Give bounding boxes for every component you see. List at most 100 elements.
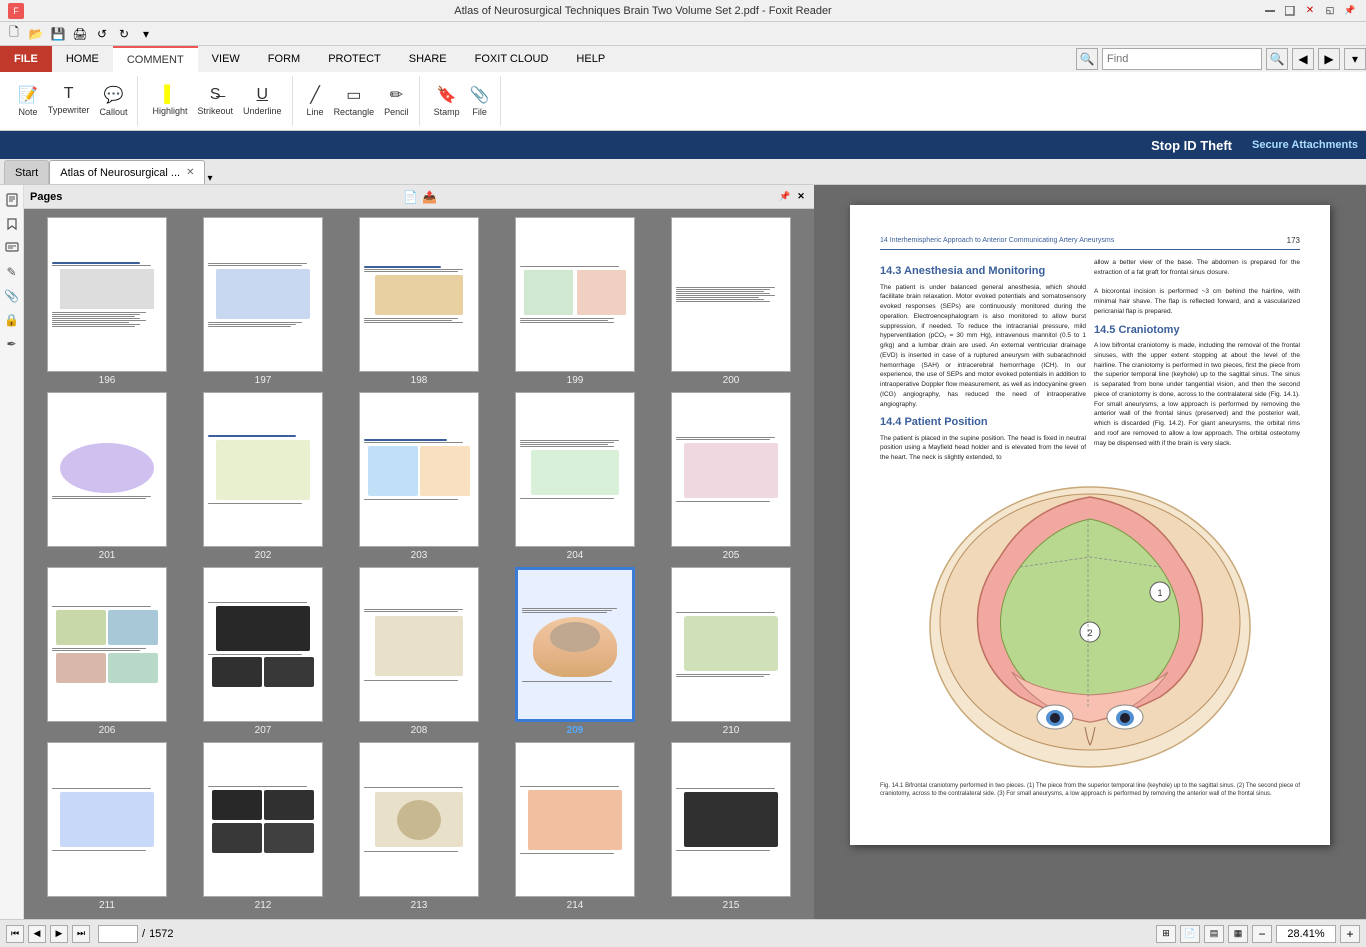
page-thumb-208[interactable]: 208 — [344, 567, 494, 736]
stamp-button[interactable]: 🔖 Stamp — [430, 83, 464, 119]
search-icon-button[interactable]: 🔍 — [1076, 48, 1098, 70]
first-page-button[interactable]: ⏮ — [6, 925, 24, 943]
window-controls[interactable]: ✕ ◱ 📌 — [1262, 4, 1358, 18]
pencil-button[interactable]: ✏ Pencil — [380, 83, 413, 119]
pages-panel-icon-add[interactable]: 📄 — [403, 190, 418, 204]
rectangle-button[interactable]: ▭ Rectangle — [330, 83, 379, 119]
page-thumb-211[interactable]: 211 — [32, 742, 182, 911]
continuous-button[interactable]: ▤ — [1204, 925, 1224, 943]
attach-file-button[interactable]: 📎 File — [466, 83, 494, 119]
print-button[interactable]: 🖨 — [70, 24, 90, 44]
page-thumb-196[interactable]: 196 — [32, 217, 182, 386]
sidebar-comments-icon[interactable] — [1, 237, 23, 259]
next-page-button[interactable]: ▶ — [50, 925, 68, 943]
page-thumb-210[interactable]: 210 — [656, 567, 806, 736]
pdf-illustration: 1 2 — [900, 477, 1280, 777]
pdf-viewer[interactable]: 14 Interhemispheric Approach to Anterior… — [814, 185, 1366, 919]
typewriter-button[interactable]: T Typewriter — [44, 83, 94, 119]
sticky-note-button[interactable]: 📝 Note — [14, 83, 42, 119]
page-thumb-205[interactable]: 205 — [656, 392, 806, 561]
sidebar-pages-icon[interactable] — [1, 189, 23, 211]
tab-share[interactable]: SHARE — [395, 46, 461, 72]
page-thumb-212[interactable]: 212 — [188, 742, 338, 911]
page-num-201: 201 — [99, 550, 116, 561]
sidebar-sign-icon[interactable]: ✒ — [1, 333, 23, 355]
strikeout-button[interactable]: S̶ Strikeout — [193, 84, 237, 118]
toolbar-customize-button[interactable]: ▾ — [136, 24, 156, 44]
single-page-button[interactable]: 📄 — [1180, 925, 1200, 943]
tab-atlas-label: Atlas of Neurosurgical ... — [60, 167, 180, 179]
two-page-button[interactable]: ▦ — [1228, 925, 1248, 943]
underline-button[interactable]: U Underline — [239, 84, 286, 118]
tab-form[interactable]: FORM — [254, 46, 314, 72]
close-button[interactable]: ✕ — [1302, 4, 1318, 18]
window-title: Atlas of Neurosurgical Techniques Brain … — [24, 5, 1262, 17]
ribbon-group-drawing: ╱ Line ▭ Rectangle ✏ Pencil — [297, 76, 420, 126]
tab-atlas[interactable]: Atlas of Neurosurgical ... ✕ — [49, 160, 205, 184]
page-thumb-197[interactable]: 197 — [188, 217, 338, 386]
highlight-button[interactable]: ▌ Highlight — [148, 84, 191, 118]
tab-close-button[interactable]: ✕ — [186, 167, 194, 178]
last-page-button[interactable]: ⏭ — [72, 925, 90, 943]
zoom-in-button[interactable]: + — [1340, 925, 1360, 943]
undo-button[interactable]: ↺ — [92, 24, 112, 44]
page-thumb-199[interactable]: 199 — [500, 217, 650, 386]
page-thumb-209[interactable]: 209 — [500, 567, 650, 736]
maximize-button[interactable] — [1282, 4, 1298, 18]
page-thumb-215[interactable]: 215 — [656, 742, 806, 911]
page-num-205: 205 — [723, 550, 740, 561]
page-thumb-201[interactable]: 201 — [32, 392, 182, 561]
tab-file[interactable]: FILE — [0, 46, 52, 72]
tab-protect[interactable]: PROTECT — [314, 46, 395, 72]
extra-control-button[interactable]: ◱ — [1322, 4, 1338, 18]
secure-attachments-text: Secure Attachments — [1252, 139, 1358, 151]
pdf-section-patient: 14.4 Patient Position — [880, 415, 1086, 430]
tab-foxit-cloud[interactable]: FOXIT CLOUD — [461, 46, 563, 72]
search-prev-button[interactable]: ◀ — [1292, 48, 1314, 70]
search-options-button[interactable]: ▾ — [1344, 48, 1366, 70]
new-file-button[interactable]: 🗋 — [4, 24, 24, 44]
pdf-body-anesthesia: The patient is under balanced general an… — [880, 283, 1086, 410]
sidebar-lock-icon[interactable]: 🔒 — [1, 309, 23, 331]
tab-view[interactable]: VIEW — [198, 46, 254, 72]
sidebar-bookmarks-icon[interactable] — [1, 213, 23, 235]
page-thumb-203[interactable]: 203 — [344, 392, 494, 561]
page-thumb-204[interactable]: 204 — [500, 392, 650, 561]
fit-page-button[interactable]: ⊞ — [1156, 925, 1176, 943]
page-thumb-213[interactable]: 213 — [344, 742, 494, 911]
tab-help[interactable]: HELP — [562, 46, 619, 72]
current-page-input[interactable]: 209 — [98, 925, 138, 943]
pdf-page-number: 173 — [1287, 235, 1300, 246]
pages-panel-icon-extract[interactable]: 📤 — [422, 190, 437, 204]
search-input[interactable] — [1102, 48, 1262, 70]
page-thumb-198[interactable]: 198 — [344, 217, 494, 386]
panel-pin-button[interactable]: 📌 — [778, 190, 792, 204]
save-button[interactable]: 💾 — [48, 24, 68, 44]
line-button[interactable]: ╱ Line — [303, 83, 328, 119]
tab-start[interactable]: Start — [4, 160, 49, 184]
tab-dropdown-button[interactable]: ▾ — [207, 173, 212, 184]
sidebar-edit-icon[interactable]: ✎ — [1, 261, 23, 283]
sidebar-attach-icon[interactable]: 📎 — [1, 285, 23, 307]
panel-close-button[interactable]: ✕ — [794, 190, 808, 204]
page-thumb-214[interactable]: 214 — [500, 742, 650, 911]
tab-comment[interactable]: COMMENT — [113, 46, 198, 72]
page-thumb-202[interactable]: 202 — [188, 392, 338, 561]
page-thumb-207[interactable]: 207 — [188, 567, 338, 736]
pages-panel-icons: 📄 📤 — [403, 190, 437, 204]
open-file-button[interactable]: 📂 — [26, 24, 46, 44]
pin-button[interactable]: 📌 — [1342, 4, 1358, 18]
page-num-199: 199 — [567, 375, 584, 386]
prev-page-button[interactable]: ◀ — [28, 925, 46, 943]
page-thumb-206[interactable]: 206 — [32, 567, 182, 736]
tab-home[interactable]: HOME — [52, 46, 113, 72]
search-submit-button[interactable]: 🔍 — [1266, 48, 1288, 70]
page-thumb-200[interactable]: 200 — [656, 217, 806, 386]
search-next-button[interactable]: ▶ — [1318, 48, 1340, 70]
notification-banner[interactable]: Stop ID Theft Secure Attachments — [0, 131, 1366, 159]
redo-button[interactable]: ↻ — [114, 24, 134, 44]
callout-button[interactable]: 💬 Callout — [95, 83, 131, 119]
zoom-out-button[interactable]: − — [1252, 925, 1272, 943]
pages-panel-header: Pages 📄 📤 📌 ✕ — [24, 185, 814, 209]
minimize-button[interactable] — [1262, 4, 1278, 18]
